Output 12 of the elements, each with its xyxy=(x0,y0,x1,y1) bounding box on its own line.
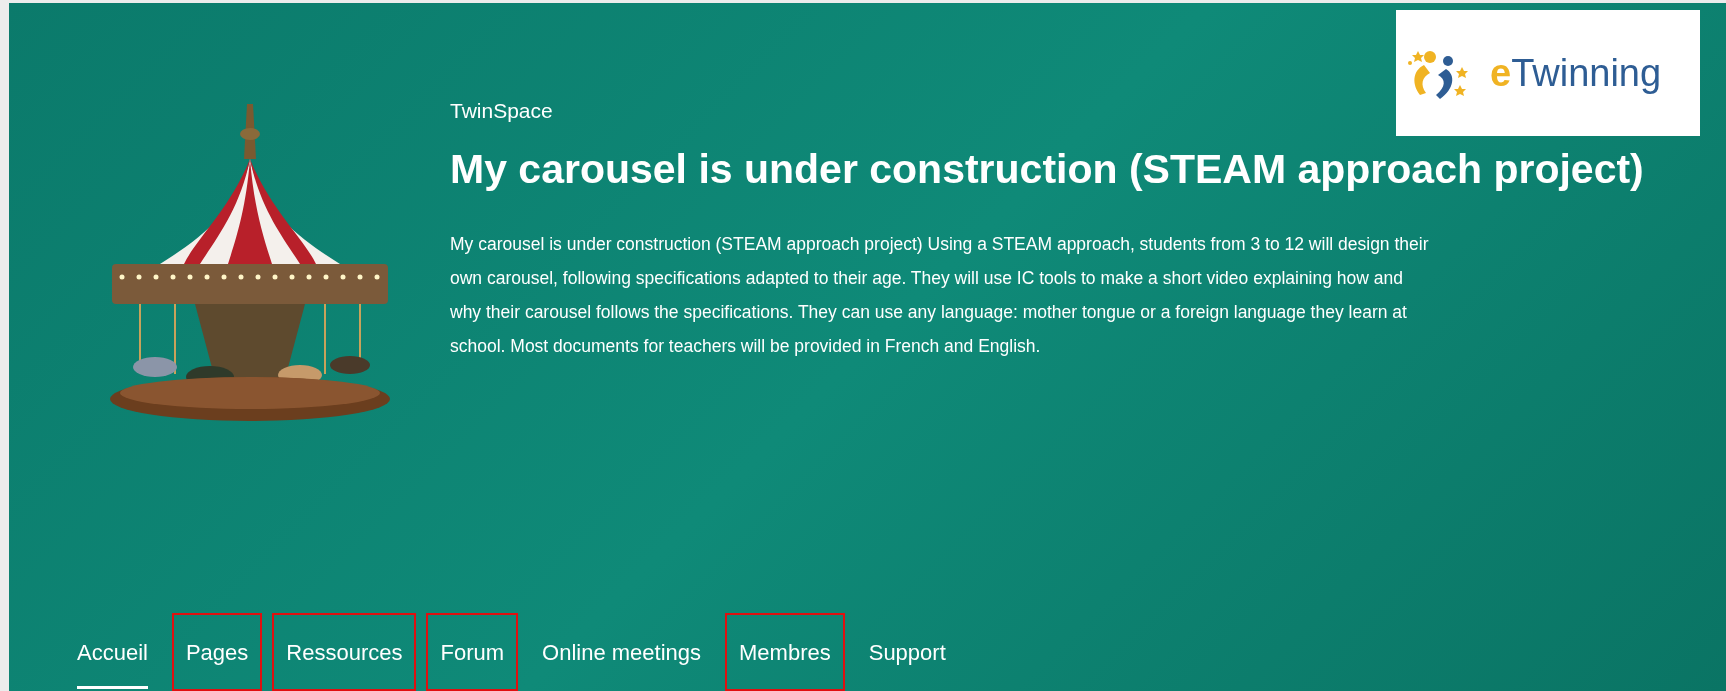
active-tab-underline xyxy=(77,686,148,689)
nav-tab[interactable]: Pages xyxy=(171,613,263,691)
nav-tab[interactable]: Accueil xyxy=(63,613,162,691)
page-title: My carousel is under construction (STEAM approach project) xyxy=(450,144,1645,194)
nav-tab[interactable]: Forum xyxy=(426,613,519,691)
nav-tab[interactable]: Online meetings xyxy=(528,613,715,691)
project-description: My carousel is under construction (STEAM approach project) Using a STEAM approach, students from 3 to 12 will design their own carousel, following specifications adapted to their age. They will use IC tools to make a short video explaining how and why their carousel follows the specifications. They can use any language: mother tongue or a foreign language they learn at school. Most documents for teachers will be provided in French and English. xyxy=(450,232,1430,358)
nav-tab[interactable]: Support xyxy=(854,613,960,691)
logo-wordmark: eTwinning xyxy=(1490,50,1662,96)
nav-tab[interactable]: Ressources xyxy=(272,613,417,691)
kicker-label: TwinSpace xyxy=(450,98,554,124)
nav-tab[interactable]: Membres xyxy=(725,613,845,691)
